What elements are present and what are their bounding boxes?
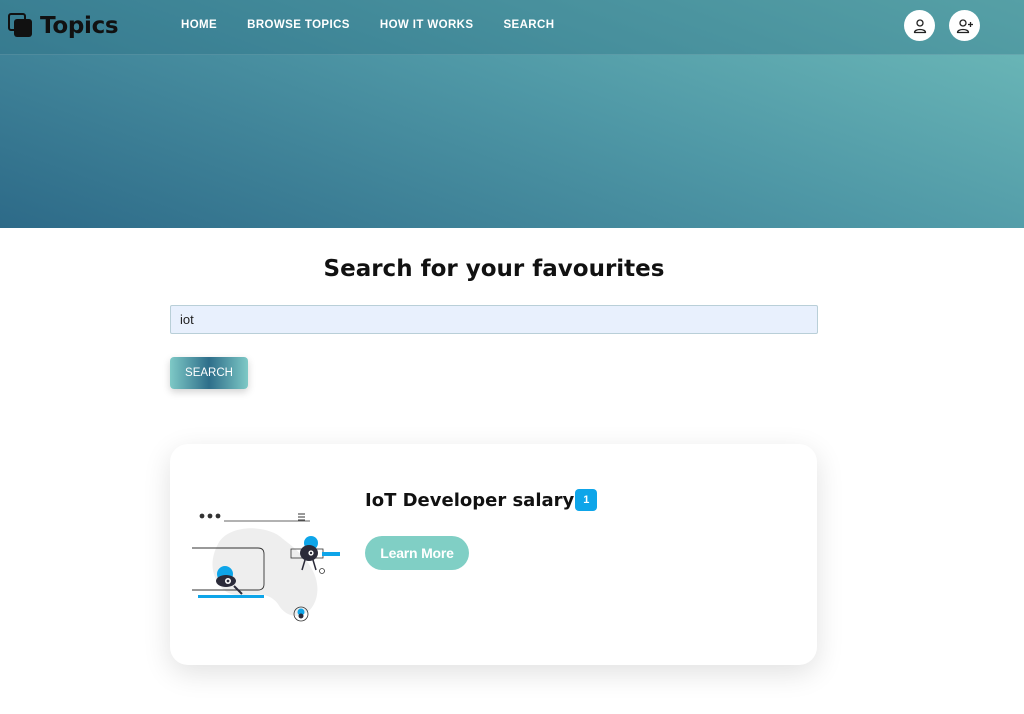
topics-logo-icon xyxy=(8,13,34,39)
hero-banner: Topics HOME BROWSE TOPICS HOW IT WORKS S… xyxy=(0,0,1024,228)
card-title[interactable]: IoT Developer salary xyxy=(365,490,574,511)
learn-more-button[interactable]: Learn More xyxy=(365,536,469,570)
brand-name: Topics xyxy=(40,13,119,39)
brand-logo-link[interactable]: Topics xyxy=(8,10,119,42)
nav-link-browse-topics[interactable]: BROWSE TOPICS xyxy=(247,17,350,33)
user-icon xyxy=(913,18,926,33)
count-badge: 1 xyxy=(575,489,598,511)
nav-link-search[interactable]: SEARCH xyxy=(503,17,554,33)
user-plus-icon xyxy=(956,18,973,33)
nav-link-home[interactable]: HOME xyxy=(181,17,217,33)
search-input[interactable] xyxy=(170,305,818,334)
card-title-row: IoT Developer salary 1 xyxy=(365,489,598,511)
nav-link-how-it-works[interactable]: HOW IT WORKS xyxy=(380,17,474,33)
navbar: Topics HOME BROWSE TOPICS HOW IT WORKS S… xyxy=(0,0,1024,55)
search-button[interactable]: SEARCH xyxy=(170,357,248,389)
search-illustration-icon xyxy=(192,513,340,622)
register-button[interactable] xyxy=(949,10,980,41)
search-heading: Search for your favourites xyxy=(323,256,665,282)
login-button[interactable] xyxy=(904,10,935,41)
main-nav: HOME BROWSE TOPICS HOW IT WORKS SEARCH xyxy=(181,17,554,33)
result-card: IoT Developer salary 1 Learn More xyxy=(170,444,817,665)
